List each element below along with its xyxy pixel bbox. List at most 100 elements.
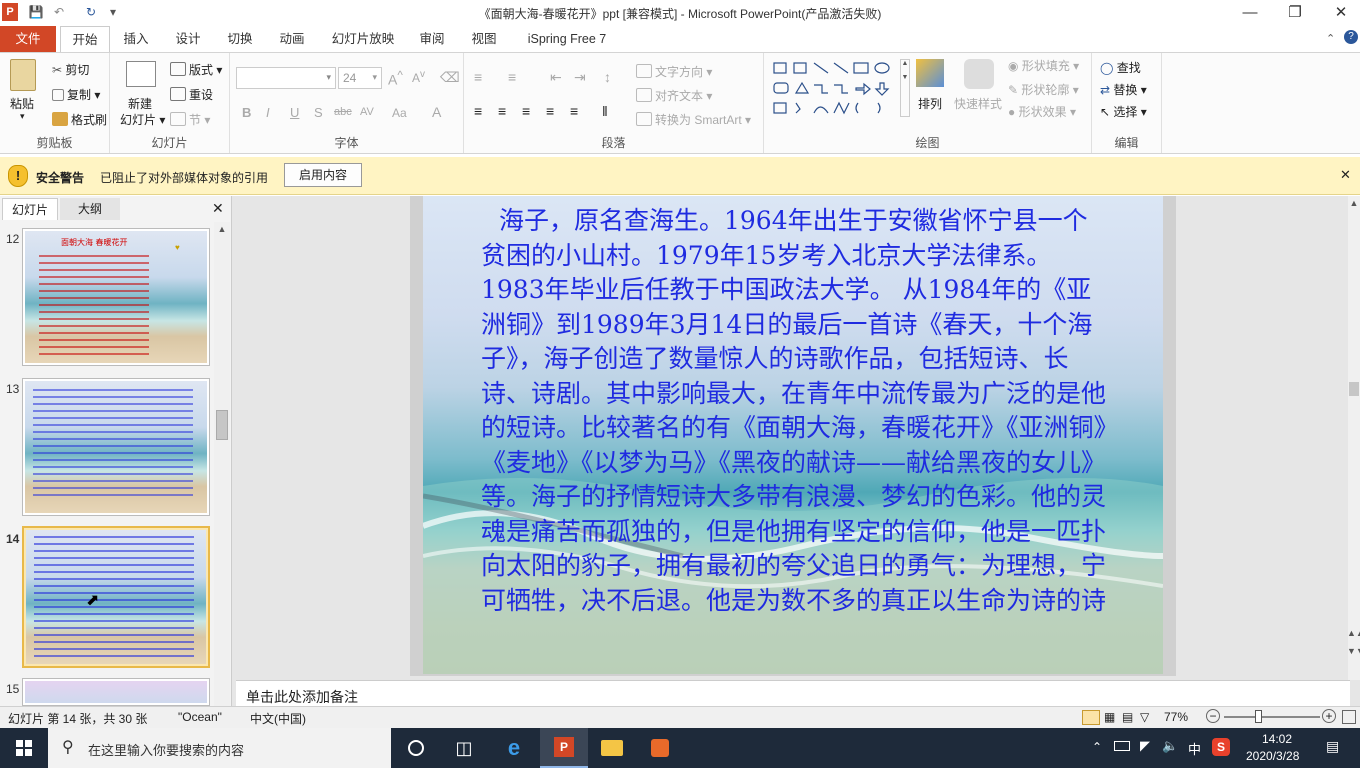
shadow-button[interactable]: S (314, 105, 323, 120)
font-size-combo[interactable]: 24 ▾ (338, 67, 382, 89)
battery-icon[interactable] (1114, 741, 1130, 751)
cortana-icon[interactable] (392, 728, 440, 768)
slide-thumbnail-12[interactable]: 面朝大海 春暖花开 ♥ (22, 228, 210, 366)
tab-home[interactable]: 开始 (60, 26, 110, 53)
bold-button[interactable]: B (242, 105, 251, 120)
font-name-combo[interactable]: ▾ (236, 67, 336, 89)
slide-thumbnail-15[interactable] (22, 678, 210, 706)
arrange-icon[interactable] (916, 59, 944, 87)
tab-slideshow[interactable]: 幻灯片放映 (322, 26, 404, 52)
bullets-icon[interactable]: ≡ (474, 69, 482, 85)
underline-button[interactable]: U (290, 105, 299, 120)
zoom-in-button[interactable]: + (1322, 709, 1336, 723)
tab-outline-pane[interactable]: 大纲 (60, 198, 120, 220)
scroll-thumb[interactable] (216, 410, 228, 440)
shrink-font-button[interactable]: Av (412, 69, 425, 85)
slideshow-view-icon[interactable]: ▽ (1140, 710, 1149, 724)
zoom-slider-thumb[interactable] (1255, 710, 1262, 723)
network-icon[interactable]: ◤ (1140, 738, 1150, 754)
layout-button[interactable]: 版式 ▾ (170, 61, 222, 78)
tab-ispring[interactable]: iSpring Free 7 (516, 26, 618, 52)
char-spacing-button[interactable]: AV (360, 106, 374, 118)
help-icon[interactable]: ? (1344, 30, 1358, 44)
reading-view-icon[interactable]: ▤ (1122, 710, 1133, 724)
powerpoint-taskbar-icon[interactable]: P (540, 728, 588, 768)
reset-button[interactable]: 重设 (170, 86, 213, 103)
editor-scroll-thumb[interactable] (1349, 382, 1359, 396)
tab-slides-pane[interactable]: 幻灯片 (2, 198, 58, 220)
scroll-up-arrow[interactable]: ▲ (215, 224, 229, 234)
shape-fill-button[interactable]: ◉ 形状填充 ▾ (1008, 57, 1079, 74)
close-warning-icon[interactable]: ✕ (1340, 167, 1351, 183)
taskbar-search-box[interactable]: ⚲ 在这里输入你要搜索的内容 (48, 728, 391, 768)
tab-file[interactable]: 文件 (0, 26, 56, 52)
slide-canvas[interactable]: 海子，原名查海生。1964年出生于安徽省怀宁县一个贫困的小山村。1979年15岁… (423, 196, 1163, 674)
font-color-button[interactable]: A (432, 104, 441, 120)
shapes-gallery[interactable] (770, 59, 898, 119)
fit-to-window-icon[interactable] (1342, 710, 1356, 724)
grow-font-button[interactable]: A^ (388, 69, 403, 88)
line-spacing-icon[interactable]: ↕ (604, 69, 611, 85)
tab-animations[interactable]: 动画 (270, 26, 314, 52)
paste-button[interactable]: 粘贴 (10, 95, 34, 112)
edge-browser-icon[interactable]: e (490, 728, 538, 768)
align-center-icon[interactable]: ≡ (498, 103, 506, 119)
task-view-icon[interactable]: ◫ (440, 728, 488, 768)
numbering-icon[interactable]: ≡ (508, 69, 516, 85)
zoom-level[interactable]: 77% (1164, 710, 1188, 724)
slides-pane-scrollbar[interactable]: ▲ (214, 222, 230, 706)
zoom-slider-track[interactable] (1224, 716, 1320, 718)
normal-view-icon[interactable] (1082, 710, 1100, 725)
justify-icon[interactable]: ≡ (546, 103, 554, 119)
new-slide-dropdown[interactable]: 幻灯片 ▾ (120, 111, 165, 128)
clear-format-icon[interactable]: ⌫ (440, 69, 460, 86)
sogou-input-icon[interactable]: S (1212, 738, 1230, 756)
shape-outline-button[interactable]: ✎ 形状轮廓 ▾ (1008, 81, 1079, 98)
align-right-icon[interactable]: ≡ (522, 103, 530, 119)
arrange-button[interactable]: 排列 (918, 95, 942, 112)
quick-styles-icon[interactable] (964, 59, 994, 89)
notification-center-icon[interactable]: ▤ (1326, 738, 1339, 755)
gallery-scroll[interactable]: ▲ ▼ (900, 59, 910, 117)
italic-button[interactable]: I (266, 105, 270, 120)
distributed-icon[interactable]: ≡ (570, 103, 578, 119)
ime-indicator[interactable]: 中 (1188, 739, 1201, 758)
close-window-button[interactable]: ✕ (1318, 0, 1360, 26)
close-pane-icon[interactable]: ✕ (212, 200, 224, 217)
slide-thumbnail-13[interactable] (22, 378, 210, 516)
slide-sorter-icon[interactable]: ▦ (1104, 710, 1115, 724)
volume-icon[interactable]: 🔈 (1162, 738, 1178, 754)
shape-effects-button[interactable]: ● 形状效果 ▾ (1008, 103, 1076, 120)
columns-icon[interactable]: ‖ (602, 103, 608, 119)
tab-view[interactable]: 视图 (462, 26, 506, 52)
windows-start-icon[interactable] (0, 728, 48, 768)
find-button[interactable]: ◯ 查找 (1100, 59, 1141, 76)
collapse-ribbon-icon[interactable]: ⌃ (1326, 32, 1335, 45)
slide-thumbnail-14-selected[interactable]: ⬈ (22, 526, 210, 668)
format-painter-button[interactable]: 格式刷 (52, 111, 107, 128)
language-status[interactable]: 中文(中国) (250, 710, 306, 727)
enable-content-button[interactable]: 启用内容 (284, 163, 362, 187)
tab-insert[interactable]: 插入 (114, 26, 158, 52)
restore-button[interactable]: ❐ (1272, 0, 1318, 26)
slide-body-text[interactable]: 海子，原名查海生。1964年出生于安徽省怀宁县一个贫困的小山村。1979年15岁… (481, 204, 1111, 618)
replace-button[interactable]: ⇄ 替换 ▾ (1100, 81, 1147, 98)
new-slide-icon[interactable] (126, 61, 156, 87)
decrease-indent-icon[interactable]: ⇤ (550, 69, 562, 86)
zoom-out-button[interactable]: − (1206, 709, 1220, 723)
paste-dropdown-icon[interactable]: ▾ (20, 111, 25, 122)
clock-time[interactable]: 14:02 (1262, 732, 1292, 746)
text-direction-button[interactable]: 文字方向 ▾ (636, 63, 712, 80)
media-player-icon[interactable] (636, 728, 684, 768)
select-button[interactable]: ↖ 选择 ▾ (1100, 103, 1147, 120)
next-slide-arrow[interactable]: ▼▼ (1347, 646, 1360, 656)
tab-review[interactable]: 审阅 (410, 26, 454, 52)
increase-indent-icon[interactable]: ⇥ (574, 69, 586, 86)
new-slide-button[interactable]: 新建 (128, 95, 152, 112)
clock-date[interactable]: 2020/3/28 (1246, 749, 1299, 763)
tab-transitions[interactable]: 切换 (218, 26, 262, 52)
strikethrough-button[interactable]: abc (334, 106, 352, 118)
notes-placeholder[interactable]: 单击此处添加备注 (246, 687, 358, 707)
editor-scrollbar[interactable]: ▲ ▲▲ ▼▼ (1347, 196, 1360, 680)
notes-pane[interactable]: 单击此处添加备注 (236, 680, 1350, 706)
